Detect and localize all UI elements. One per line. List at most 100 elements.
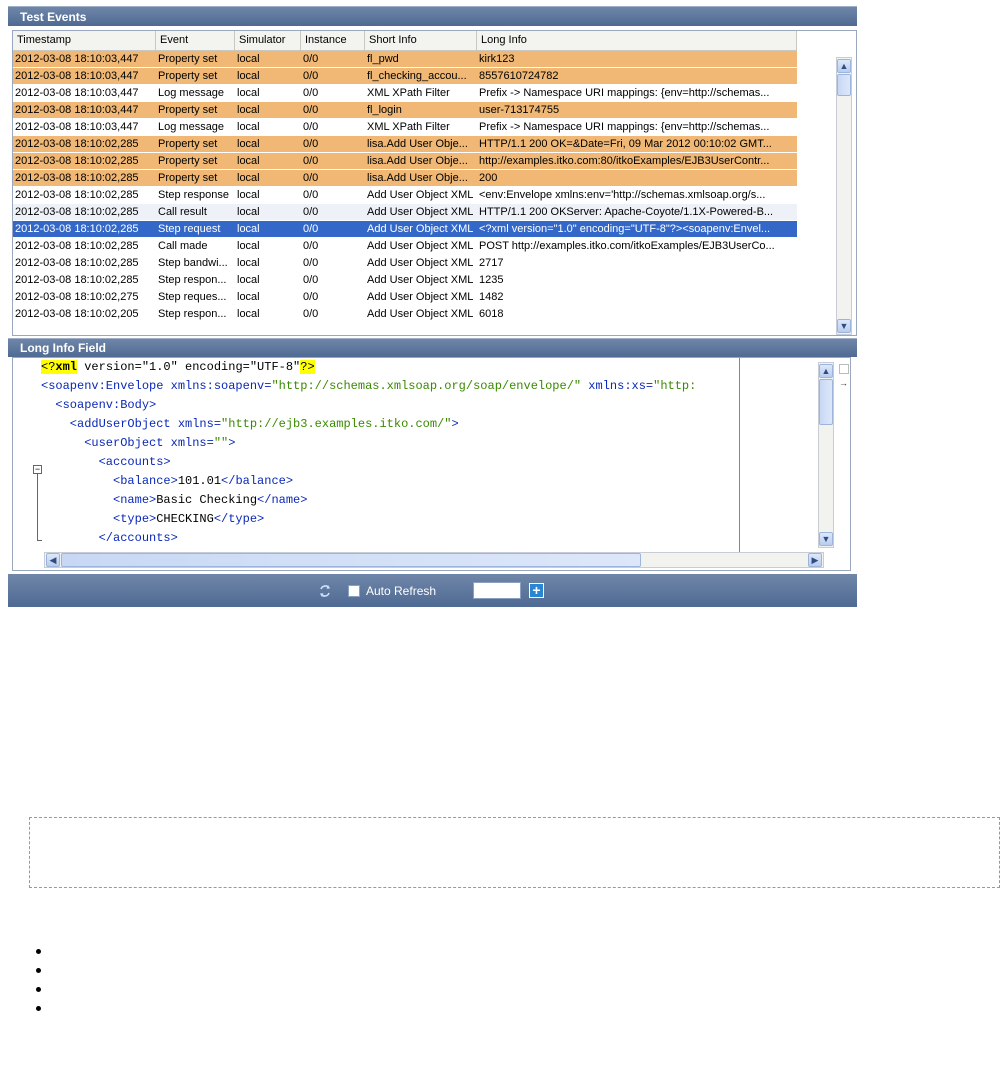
table-row[interactable]: 2012-03-08 18:10:02,285 Call result local 0… (13, 204, 797, 221)
plus-icon[interactable]: + (529, 583, 544, 598)
cell-timestamp: 2012-03-08 18:10:02,285 (15, 138, 139, 150)
test-events-table[interactable]: Timestamp Event Simulator Instance Short… (12, 30, 857, 336)
events-vertical-scrollbar[interactable]: ▲ ▼ (836, 57, 852, 335)
table-row[interactable]: 2012-03-08 18:10:03,447 Log message local 0… (13, 119, 797, 136)
code-line: <addUserObject xmlns="http://ejb3.exampl… (41, 415, 459, 434)
editor-vertical-scrollbar[interactable]: ▲ ▼ (818, 362, 834, 548)
cell-simulator: local (237, 87, 260, 99)
column-header-simulator[interactable]: Simulator (235, 31, 301, 50)
long-info-editor[interactable]: <?xml version="1.0" encoding="UTF-8"?> <s… (12, 357, 851, 571)
cell-short-info: fl_login (367, 104, 402, 116)
cell-short-info: Add User Object XML (367, 308, 474, 320)
cell-event: Property set (158, 104, 218, 116)
cell-long-info: HTTP/1.1 200 OK=&Date=Fri, 09 Mar 2012 0… (479, 138, 772, 150)
editor-scroll-down-icon[interactable]: ▼ (819, 532, 833, 546)
cell-event: Step reques... (158, 291, 227, 303)
cell-instance: 0/0 (303, 155, 319, 167)
refresh-interval-input[interactable] (473, 582, 521, 599)
code-line: <soapenv:Body> (41, 396, 156, 415)
cell-instance: 0/0 (303, 104, 319, 116)
column-header-timestamp[interactable]: Timestamp (13, 31, 156, 50)
table-row[interactable]: 2012-03-08 18:10:02,285 Call made local 0/0… (13, 238, 797, 255)
cell-timestamp: 2012-03-08 18:10:02,285 (15, 257, 139, 269)
cell-short-info: Add User Object XML (367, 257, 474, 269)
column-header-long-info[interactable]: Long Info (477, 31, 797, 50)
code-token: xmlns:xs= (581, 379, 654, 393)
table-row[interactable]: 2012-03-08 18:10:02,285 Property set local… (13, 170, 797, 187)
editor-scroll-thumb[interactable] (819, 379, 833, 425)
scroll-thumb[interactable] (837, 74, 851, 96)
cell-timestamp: 2012-03-08 18:10:03,447 (15, 87, 139, 99)
cell-instance: 0/0 (303, 172, 319, 184)
cell-event: Property set (158, 53, 218, 65)
code-token: "http: (653, 379, 697, 393)
scroll-right-icon[interactable]: ▶ (808, 553, 822, 567)
cell-long-info: 1235 (479, 274, 504, 286)
cell-instance: 0/0 (303, 291, 319, 303)
cell-timestamp: 2012-03-08 18:10:02,285 (15, 189, 139, 201)
cell-timestamp: 2012-03-08 18:10:02,285 (15, 155, 139, 167)
table-row[interactable]: 2012-03-08 18:10:02,285 Step respon... loc… (13, 272, 797, 289)
table-header: Timestamp Event Simulator Instance Short… (13, 31, 797, 51)
cell-instance: 0/0 (303, 257, 319, 269)
cell-simulator: local (237, 155, 260, 167)
auto-refresh-checkbox[interactable] (348, 584, 360, 597)
fold-marker-icon[interactable]: − (33, 465, 42, 474)
editor-side-arrow-icon: → (839, 378, 848, 388)
column-header-instance[interactable]: Instance (301, 31, 365, 50)
table-row[interactable]: 2012-03-08 18:10:02,285 Property set local… (13, 136, 797, 153)
cell-simulator: local (237, 121, 260, 133)
column-header-event[interactable]: Event (156, 31, 235, 50)
table-row[interactable]: 2012-03-08 18:10:02,285 Step response loca… (13, 187, 797, 204)
cell-timestamp: 2012-03-08 18:10:03,447 (15, 121, 139, 133)
cell-instance: 0/0 (303, 274, 319, 286)
editor-scroll-up-icon[interactable]: ▲ (819, 364, 833, 378)
cell-long-info: kirk123 (479, 53, 515, 65)
xml-code-view[interactable]: <?xml version="1.0" encoding="UTF-8"?> <s… (41, 358, 827, 552)
code-token: > (228, 436, 236, 450)
cell-short-info: Add User Object XML (367, 206, 474, 218)
lisa-workstation-panel: Test Events Timestamp Event Simulator In… (8, 6, 857, 607)
table-row[interactable]: 2012-03-08 18:10:02,285 Step bandwi... loc… (13, 255, 797, 272)
cell-short-info: lisa.Add User Obje... (367, 172, 468, 184)
code-token: </accounts> (41, 531, 178, 545)
table-row[interactable]: 2012-03-08 18:10:02,275 Step reques... loc… (13, 289, 797, 306)
editor-horizontal-scrollbar[interactable]: ◀ ▶ (44, 552, 824, 568)
code-token: xmlns:soapenv= (170, 379, 272, 393)
cell-long-info: 2717 (479, 257, 504, 269)
cell-long-info: user-713174755 (479, 104, 560, 116)
scroll-up-icon[interactable]: ▲ (837, 59, 851, 73)
scroll-left-icon[interactable]: ◀ (46, 553, 60, 567)
editor-side-box (839, 364, 849, 374)
refresh-icon[interactable] (318, 574, 332, 607)
cell-short-info: Add User Object XML (367, 274, 474, 286)
cell-long-info: 200 (479, 172, 498, 184)
cell-simulator: local (237, 308, 260, 320)
cell-long-info: Prefix -> Namespace URI mappings: {env=h… (479, 121, 770, 133)
table-row[interactable]: 2012-03-08 18:10:03,447 Property set local… (13, 102, 797, 119)
table-row[interactable]: 2012-03-08 18:10:03,447 Property set local… (13, 68, 797, 85)
cell-timestamp: 2012-03-08 18:10:02,285 (15, 240, 139, 252)
table-row[interactable]: 2012-03-08 18:10:03,447 Log message local 0… (13, 85, 797, 102)
code-token: <userObject (41, 436, 171, 450)
table-row[interactable]: 2012-03-08 18:10:02,205 Step respon... loc… (13, 306, 797, 323)
table-row[interactable]: 2012-03-08 18:10:03,447 Property set local… (13, 51, 797, 68)
cell-simulator: local (237, 138, 260, 150)
auto-refresh-toggle[interactable]: Auto Refresh (348, 574, 436, 607)
cell-timestamp: 2012-03-08 18:10:02,275 (15, 291, 139, 303)
column-header-short-info[interactable]: Short Info (365, 31, 477, 50)
cell-timestamp: 2012-03-08 18:10:02,205 (15, 308, 139, 320)
editor-hscroll-thumb[interactable] (61, 553, 641, 567)
cell-long-info: 6018 (479, 308, 504, 320)
cell-instance: 0/0 (303, 223, 319, 235)
cell-short-info: fl_checking_accou... (367, 70, 467, 82)
code-token: "" (213, 436, 229, 450)
scroll-down-icon[interactable]: ▼ (837, 319, 851, 333)
table-row[interactable]: 2012-03-08 18:10:02,285 Step request local… (13, 221, 797, 238)
auto-refresh-label: Auto Refresh (366, 583, 437, 598)
table-row[interactable]: 2012-03-08 18:10:02,285 Property set local… (13, 153, 797, 170)
cell-short-info: Add User Object XML (367, 291, 474, 303)
code-token: xmlns= (177, 417, 222, 431)
code-token: CHECKING (156, 512, 214, 526)
code-token: version="1.0" encoding="UTF-8" (77, 360, 301, 374)
